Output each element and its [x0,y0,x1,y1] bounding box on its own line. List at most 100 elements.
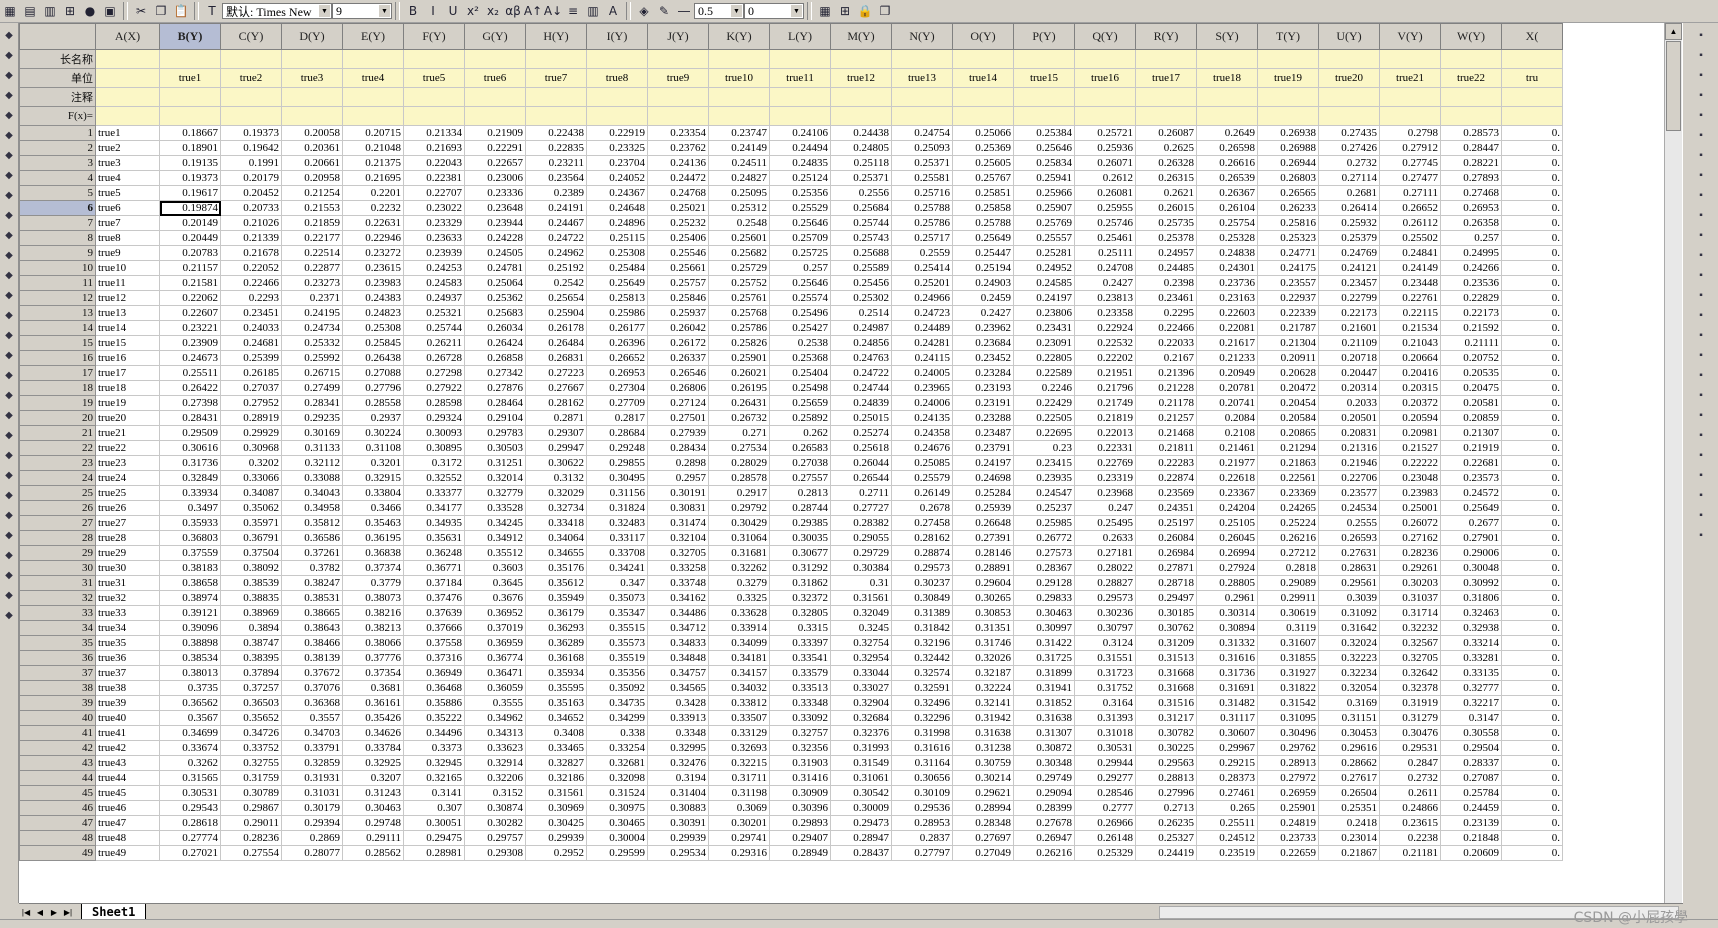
table-cell[interactable]: 0.26422 [159,380,221,396]
table-cell[interactable]: 0.27745 [1379,155,1441,171]
table-cell[interactable]: 0.26546 [647,365,709,381]
cursor-icon[interactable]: ◆ [2,529,16,543]
table-cell[interactable]: 0.27797 [891,845,953,861]
table-cell[interactable]: 0.28162 [525,395,587,411]
draw-icon[interactable]: ◆ [2,229,16,243]
table-cell[interactable]: 0.2813 [769,485,831,501]
table-cell[interactable]: 0.38013 [159,665,221,681]
table-cell[interactable]: 0.32755 [220,755,282,771]
table-cell[interactable]: 0.25725 [769,245,831,261]
table-cell[interactable]: 0.30225 [1135,740,1197,756]
table-cell[interactable]: 0.29947 [525,440,587,456]
table-cell[interactable]: 0.25858 [952,200,1014,216]
table-cell[interactable]: 0.29855 [586,455,648,471]
table-cell[interactable]: 0.30997 [1013,620,1075,636]
table-cell[interactable]: 0.30476 [1379,725,1441,741]
row-header[interactable]: 35 [19,635,96,651]
panel-tool-icon[interactable]: ▪ [1694,109,1708,123]
table-cell[interactable]: 0.3779 [342,575,404,591]
table-cell[interactable]: 0.25302 [830,290,892,306]
table-cell[interactable]: 0.22877 [281,260,343,276]
row-header[interactable]: 8 [19,230,96,246]
table-cell[interactable]: 0.22769 [1074,455,1136,471]
table-cell[interactable]: 0.21111 [1440,335,1502,351]
table-cell[interactable]: 0.27181 [1074,545,1136,561]
table-cell[interactable]: 0.23633 [403,230,465,246]
table-cell[interactable]: 0.33117 [586,530,648,546]
select-icon[interactable]: ◆ [2,349,16,363]
table-cell[interactable]: 0.29762 [1257,740,1319,756]
table-cell[interactable]: 0.27996 [1135,785,1197,801]
table-cell[interactable]: 0.24768 [647,185,709,201]
table-cell[interactable]: 0.3194 [647,770,709,786]
table-cell[interactable]: 0.29939 [647,830,709,846]
table-cell[interactable]: 0.29261 [1379,560,1441,576]
table-cell[interactable]: 0.24191 [525,200,587,216]
table-cell[interactable]: 0.37476 [403,590,465,606]
table-cell[interactable]: 0.30975 [586,800,648,816]
table-cell[interactable]: 0. [1501,575,1563,591]
metadata-cell[interactable] [403,106,465,126]
table-cell[interactable]: 0.32734 [525,500,587,516]
row-header[interactable]: 27 [19,515,96,531]
table-cell[interactable]: 0.26177 [586,320,648,336]
table-cell[interactable]: 0.2389 [525,185,587,201]
row-header[interactable]: 31 [19,575,96,591]
table-cell[interactable]: 0.27111 [1379,185,1441,201]
table-cell[interactable]: 0.33066 [220,470,282,486]
table-cell[interactable]: 0.24856 [830,335,892,351]
table-cell[interactable]: 0.20741 [1196,395,1258,411]
table-cell[interactable]: 0.33465 [525,740,587,756]
table-cell[interactable]: 0.32112 [281,455,343,471]
new-graph-icon[interactable]: ▥ [40,2,60,20]
table-cell[interactable]: true44 [95,770,160,786]
row-header[interactable]: 12 [19,290,96,306]
metadata-cell[interactable]: true21 [1379,68,1441,88]
table-cell[interactable]: 0.23762 [647,140,709,156]
table-cell[interactable]: 0.28813 [1135,770,1197,786]
table-cell[interactable]: 0.25496 [769,305,831,321]
table-cell[interactable]: 0. [1501,605,1563,621]
table-cell[interactable]: 0.23457 [1318,275,1380,291]
panel-tool-icon[interactable]: ▪ [1694,369,1708,383]
row-header[interactable]: 3 [19,155,96,171]
table-cell[interactable]: 0.24534 [1318,500,1380,516]
table-cell[interactable]: 0.30797 [1074,620,1136,636]
table-cell[interactable]: 0.26959 [1257,785,1319,801]
column-header[interactable]: T(Y) [1257,23,1319,50]
table-cell[interactable]: 0.25955 [1074,200,1136,216]
table-cell[interactable]: 0.35949 [525,590,587,606]
table-cell[interactable]: true27 [95,515,160,531]
table-cell[interactable]: 0.26947 [1013,830,1075,846]
metadata-cell[interactable]: true10 [708,68,770,88]
table-cell[interactable]: 0.25932 [1318,215,1380,231]
table-cell[interactable]: 0.29792 [708,500,770,516]
table-cell[interactable]: 0.24121 [1318,260,1380,276]
table-cell[interactable]: 0.28162 [891,530,953,546]
table-cell[interactable]: 0.32376 [830,725,892,741]
table-cell[interactable]: 0.22561 [1257,470,1319,486]
table-cell[interactable]: 0.33541 [769,650,831,666]
table-cell[interactable]: 0.25579 [891,470,953,486]
table-cell[interactable]: 0.31565 [159,770,221,786]
metadata-cell[interactable] [1135,49,1197,69]
new-worksheet-icon[interactable]: ▤ [20,2,40,20]
table-cell[interactable]: 0.30463 [1013,605,1075,621]
table-cell[interactable]: 0.31903 [769,755,831,771]
table-cell[interactable]: 0.34962 [464,710,526,726]
metadata-cell[interactable]: tru [1501,68,1563,88]
table-cell[interactable]: 0.25329 [1074,845,1136,861]
table-cell[interactable]: 0.2459 [952,290,1014,306]
table-cell[interactable]: 0.25744 [403,320,465,336]
table-cell[interactable]: 0.34935 [403,515,465,531]
table-cell[interactable]: 0.25332 [281,335,343,351]
table-cell[interactable]: 0.38139 [281,650,343,666]
row-header[interactable]: 40 [19,710,96,726]
table-cell[interactable]: 0.29308 [464,845,526,861]
table-cell[interactable]: 0.247 [1074,500,1136,516]
table-cell[interactable]: 0.29055 [830,530,892,546]
table-cell[interactable]: 0.25308 [586,245,648,261]
row-header[interactable]: 29 [19,545,96,561]
table-cell[interactable]: 0.25729 [708,260,770,276]
table-cell[interactable]: 0.23615 [1379,815,1441,831]
